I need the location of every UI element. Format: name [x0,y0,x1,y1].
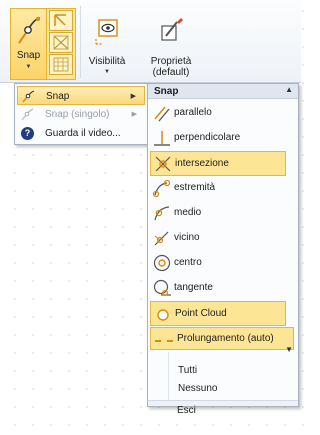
snap-option-label: perpendicolare [174,132,241,143]
snap-option-label: estremità [174,182,216,193]
properties-label: Proprietà (default) [142,56,200,78]
menu-item-snap-single[interactable]: Snap (singolo) ▶ [17,105,145,124]
nearest-icon [154,231,169,246]
snap-corner-icon [54,14,66,26]
properties-label-line2: (default) [152,67,190,78]
action-label: Nessuno [178,383,218,394]
action-label: Tutti [178,365,198,376]
action-exit[interactable]: Esci [167,403,287,420]
snap-icon [18,17,41,44]
snap-split-button[interactable]: Snap ▼ [10,8,76,80]
snap-option-intersection[interactable]: intersezione [150,151,286,176]
visibility-icon [95,19,118,45]
snap-grid-icon [53,35,69,50]
properties-icon [161,18,183,41]
snap-option-tangent[interactable]: tangente [150,276,286,301]
submenu-title: Snap [154,86,179,97]
snap-option-midpoint[interactable]: medio [150,201,286,226]
chevron-right-icon: ▶ [130,93,136,100]
action-label: Esci [177,405,196,416]
snap-option-nearest[interactable]: vicino [150,226,286,251]
snap-label: Snap [16,50,41,61]
chevron-right-icon: ▶ [131,111,137,118]
snap-option-label: tangente [174,282,213,293]
menu-item-label: Snap (singolo) [45,109,110,120]
snap-mini-buttons [49,10,75,76]
snap-option-label: vicino [174,232,200,243]
tangent-icon [153,279,171,297]
snap-dropdown-menu: Snap ▶ Snap (singolo) ▶ ? Guarda il vide… [14,83,148,145]
scroll-up-arrow-icon[interactable]: ▲ [285,85,293,94]
endpoint-icon [152,179,171,198]
visibility-label: Visibilità [88,56,126,67]
snap-icon [22,90,35,103]
snap-option-endpoint[interactable]: estremità [150,176,286,201]
extension-icon [155,340,173,342]
snap-option-label: Point Cloud [175,308,227,319]
scroll-down-arrow-icon[interactable]: ▼ [285,345,293,354]
snap-option-label: Prolungamento (auto) [177,333,274,344]
snap-option-center[interactable]: centro [150,251,286,276]
snap-option-label: intersezione [175,158,229,169]
chevron-down-icon: ▼ [25,64,32,70]
visibility-button[interactable]: Visibilità ▼ [84,12,130,75]
snap-option-label: medio [174,207,202,218]
ribbon: Snap ▼ Visibilità ▼ Proprietà (default) [0,0,301,83]
snap-option-label: centro [174,257,202,268]
menu-item-label: Snap [46,91,70,102]
action-select-none[interactable]: Nessuno [168,381,296,398]
snap-single-icon [21,108,34,121]
snap-option-parallel[interactable]: parallelo [150,101,286,126]
point-cloud-icon [157,309,169,321]
snap-option-perpendicular[interactable]: perpendicolare [150,126,286,151]
help-icon: ? [21,127,34,140]
snap-submenu: Snap ▲ parallelo perpendicolare intersez… [147,83,299,407]
properties-button[interactable]: Proprietà (default) [142,12,200,78]
menu-item-watch-video[interactable]: ? Guarda il video... [17,124,145,143]
snap-mode-button-1[interactable] [49,10,73,31]
perpendicular-icon [154,131,170,146]
snap-mode-button-2[interactable] [49,32,73,53]
snap-mode-button-3[interactable] [49,54,73,75]
action-select-all[interactable]: Tutti [168,363,296,380]
snap-option-label: parallelo [174,107,212,118]
properties-label-line1: Proprietà [150,56,192,67]
snap-button[interactable]: Snap ▼ [11,9,47,79]
snap-option-extension[interactable]: Prolungamento (auto) [150,327,294,350]
center-icon [153,254,171,272]
chevron-down-icon: ▼ [104,69,110,75]
parallel-icon [154,106,170,122]
menu-item-snap[interactable]: Snap ▶ [17,86,145,105]
snap-hatch-icon [53,57,69,72]
snap-option-point-cloud[interactable]: Point Cloud [150,301,286,326]
ribbon-separator [80,6,81,78]
midpoint-icon [154,206,170,221]
menu-item-label: Guarda il video... [45,128,121,139]
submenu-header: Snap ▲ [148,84,298,99]
intersection-icon [155,156,171,172]
